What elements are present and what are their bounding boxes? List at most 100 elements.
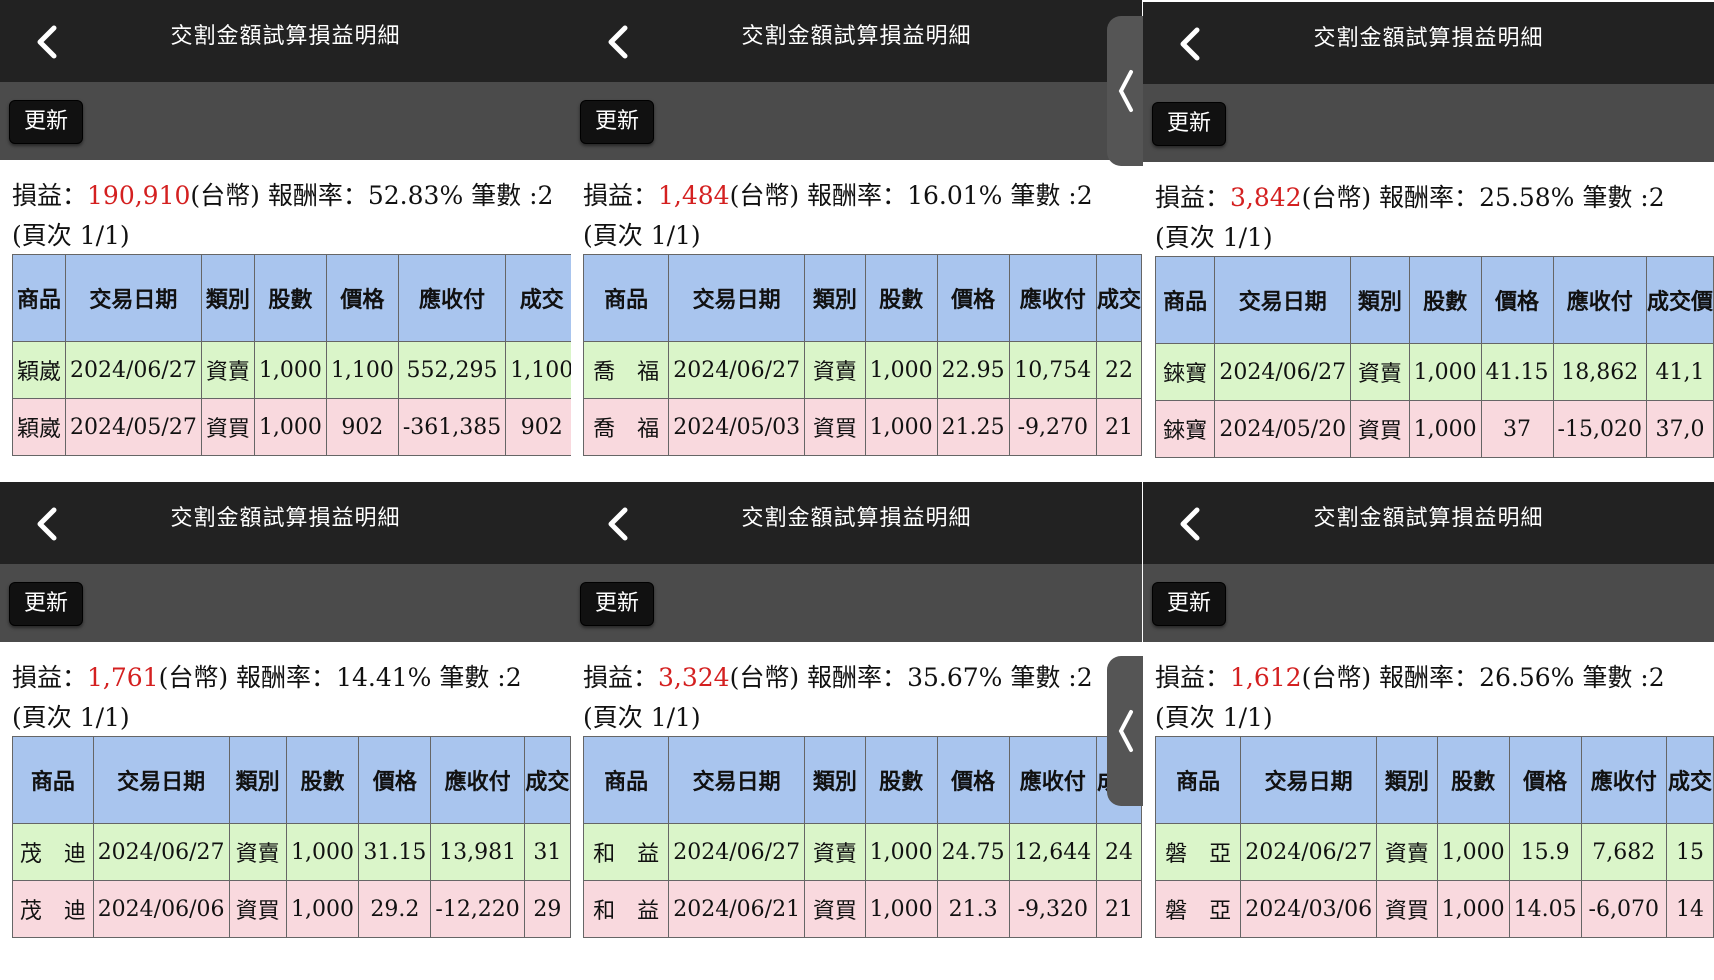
cell-symbol[interactable]: 茂 迪 xyxy=(12,823,94,881)
refresh-button[interactable]: 更新 xyxy=(1152,582,1227,626)
table-row[interactable]: 和 益 2024/06/27 資賣 1,000 24.75 12,644 24 xyxy=(582,823,1142,881)
column-header: 商品 xyxy=(1154,736,1242,824)
cell-symbol[interactable]: 穎崴 xyxy=(11,398,67,456)
profit-summary: 損益：1,612(台幣) 報酬率：26.56% 筆數 :2 xyxy=(1155,658,1665,694)
page-title: 交割金額試算損益明細 xyxy=(1313,26,1544,51)
table-row[interactable]: 喬 福 2024/06/27 資賣 1,000 22.95 10,754 22 xyxy=(582,341,1142,399)
screenshot-panel: 交割金額試算損益明細 更新 損益：1,761(台幣) 報酬率：14.41% 筆數… xyxy=(0,482,571,972)
side-drawer-handle[interactable] xyxy=(1107,16,1143,166)
currency-label: (台幣) xyxy=(1301,663,1372,692)
cell-shares: 1,000 xyxy=(253,398,327,456)
currency-label: (台幣) xyxy=(729,181,800,210)
cell-symbol[interactable]: 錸寶 xyxy=(1154,343,1216,401)
table-row[interactable]: 茂 迪 2024/06/06 資買 1,000 29.2 -12,220 29 xyxy=(12,880,571,938)
table-row[interactable]: 磐 亞 2024/06/27 資賣 1,000 15.9 7,682 15 xyxy=(1154,823,1714,881)
return-rate-value: 52.83% xyxy=(367,181,464,210)
refresh-button[interactable]: 更新 xyxy=(9,582,84,626)
rate-label: 報酬率： xyxy=(1371,663,1480,692)
cell-amount: 7,682 xyxy=(1580,823,1667,881)
refresh-button[interactable]: 更新 xyxy=(1152,102,1227,146)
table-row[interactable]: 磐 亞 2024/03/06 資買 1,000 14.05 -6,070 14 xyxy=(1154,880,1714,938)
table-row[interactable]: 茂 迪 2024/06/27 資賣 1,000 31.15 13,981 31 xyxy=(12,823,571,881)
rate-label: 報酬率： xyxy=(259,181,368,210)
table-row[interactable]: 穎崴 2024/05/27 資買 1,000 902 -361,385 902 xyxy=(11,398,571,456)
refresh-button[interactable]: 更新 xyxy=(580,100,655,144)
cell-shares: 1,000 xyxy=(1408,400,1482,458)
column-header: 應收付 xyxy=(397,254,507,342)
cell-symbol[interactable]: 喬 福 xyxy=(582,341,670,399)
return-rate-value: 16.01% xyxy=(907,181,1003,210)
cell-date: 2024/06/06 xyxy=(92,880,230,938)
cell-symbol[interactable]: 茂 迪 xyxy=(12,880,94,938)
cell-deal: 31 xyxy=(523,823,571,881)
count-label: 筆數 : xyxy=(431,663,506,692)
cell-shares: 1,000 xyxy=(864,398,938,456)
cell-date: 2024/06/27 xyxy=(668,341,806,399)
count-value: 2 xyxy=(1076,663,1093,692)
profit-value: 3,324 xyxy=(658,663,730,692)
cell-symbol[interactable]: 磐 亞 xyxy=(1154,823,1242,881)
cell-symbol[interactable]: 和 益 xyxy=(582,823,670,881)
cell-price: 29.2 xyxy=(358,880,432,938)
cell-amount: 12,644 xyxy=(1008,823,1097,881)
refresh-button[interactable]: 更新 xyxy=(9,100,84,144)
cell-amount: -12,220 xyxy=(430,880,525,938)
cell-deal: 14 xyxy=(1665,880,1714,938)
cell-date: 2024/03/06 xyxy=(1240,880,1378,938)
column-header: 交易日期 xyxy=(668,736,806,824)
cell-shares: 1,000 xyxy=(285,880,360,938)
currency-label: (台幣) xyxy=(190,181,260,210)
pl-label: 損益： xyxy=(583,663,659,692)
screenshot-panel: 交割金額試算損益明細 更新 損益：190,910(台幣) 報酬率：52.83% … xyxy=(0,0,571,490)
profit-value: 1,612 xyxy=(1230,663,1302,692)
screenshot-panel: 交割金額試算損益明細 更新 損益：3,842(台幣) 報酬率：25.58% 筆數… xyxy=(1143,2,1714,492)
cell-price: 21.25 xyxy=(936,398,1010,456)
pl-label: 損益： xyxy=(12,663,88,692)
table-row[interactable]: 錸寶 2024/05/20 資買 1,000 37 -15,020 37,0 xyxy=(1154,400,1714,458)
cell-price: 1,100 xyxy=(325,341,399,399)
cell-amount: -6,070 xyxy=(1580,880,1667,938)
table-row[interactable]: 穎崴 2024/06/27 資賣 1,000 1,100 552,295 1,100 xyxy=(11,341,571,399)
title-bar: 交割金額試算損益明細 xyxy=(571,482,1142,564)
cell-shares: 1,000 xyxy=(1436,823,1510,881)
column-header: 成交 xyxy=(523,736,571,824)
column-header: 價格 xyxy=(358,736,432,824)
cell-deal: 21 xyxy=(1095,398,1142,456)
cell-amount: 10,754 xyxy=(1008,341,1097,399)
cell-symbol[interactable]: 磐 亞 xyxy=(1154,880,1242,938)
table-row[interactable]: 和 益 2024/06/21 資買 1,000 21.3 -9,320 21 xyxy=(582,880,1142,938)
cell-deal: 24 xyxy=(1095,823,1142,881)
column-header: 價格 xyxy=(936,736,1010,824)
cell-symbol[interactable]: 喬 福 xyxy=(582,398,670,456)
cell-symbol[interactable]: 和 益 xyxy=(582,880,670,938)
cell-symbol[interactable]: 錸寶 xyxy=(1154,400,1216,458)
cell-shares: 1,000 xyxy=(253,341,327,399)
refresh-button[interactable]: 更新 xyxy=(580,582,655,626)
cell-deal: 21 xyxy=(1095,880,1142,938)
side-drawer-handle[interactable] xyxy=(1107,656,1143,806)
cell-amount: -9,320 xyxy=(1008,880,1097,938)
column-header: 股數 xyxy=(864,254,938,342)
cell-deal: 29 xyxy=(523,880,571,938)
currency-label: (台幣) xyxy=(158,663,229,692)
table-header-row: 商品交易日期類別股數價格應收付成交 xyxy=(582,254,1142,342)
column-header: 股數 xyxy=(253,254,327,342)
profit-value: 1,761 xyxy=(87,663,159,692)
return-rate-value: 26.56% xyxy=(1479,663,1575,692)
column-header: 股數 xyxy=(285,736,360,824)
column-header: 股數 xyxy=(1436,736,1510,824)
profit-summary: 損益：190,910(台幣) 報酬率：52.83% 筆數 :2 xyxy=(12,176,553,212)
column-header: 交易日期 xyxy=(668,254,806,342)
table-row[interactable]: 錸寶 2024/06/27 資賣 1,000 41.15 18,862 41,1 xyxy=(1154,343,1714,401)
cell-shares: 1,000 xyxy=(1408,343,1482,401)
column-header: 成交 xyxy=(1665,736,1714,824)
cell-price: 37 xyxy=(1480,400,1554,458)
table-row[interactable]: 喬 福 2024/05/03 資買 1,000 21.25 -9,270 21 xyxy=(582,398,1142,456)
cell-type: 資買 xyxy=(804,880,866,938)
cell-symbol[interactable]: 穎崴 xyxy=(11,341,67,399)
column-header: 價格 xyxy=(325,254,399,342)
profit-summary: 損益：3,842(台幣) 報酬率：25.58% 筆數 :2 xyxy=(1155,178,1665,214)
cell-amount: -361,385 xyxy=(397,398,507,456)
page-indicator: (頁次 1/1) xyxy=(1155,223,1273,252)
rate-label: 報酬率： xyxy=(799,181,908,210)
